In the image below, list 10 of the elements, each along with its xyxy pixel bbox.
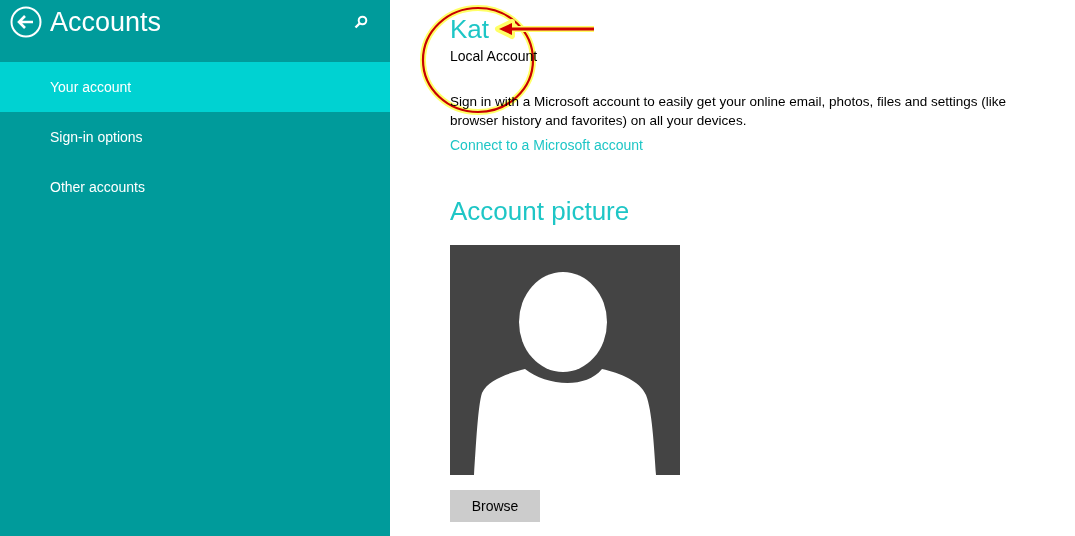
search-icon[interactable] [354, 15, 368, 29]
page-title: Accounts [50, 6, 163, 38]
back-icon[interactable] [10, 6, 42, 38]
nav-item[interactable]: Other accounts [0, 162, 390, 212]
nav-item[interactable]: Sign-in options [0, 112, 390, 162]
section-heading: Account picture [450, 196, 631, 226]
nav-item[interactable]: Your account [0, 62, 390, 112]
browse-button[interactable]: Browse [450, 490, 540, 522]
account-name: Kat [450, 14, 490, 44]
connect-link[interactable]: Connect to a Microsoft account [450, 137, 643, 153]
